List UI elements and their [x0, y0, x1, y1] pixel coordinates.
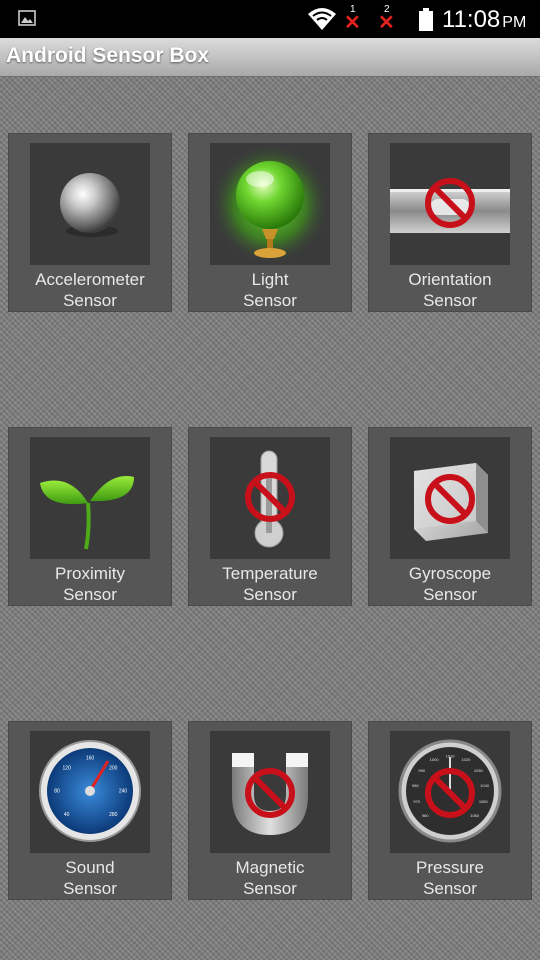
sound-icon-box: 40 80 120 160 200 240 280 — [30, 731, 150, 853]
dial-tick-label: 1000 — [430, 757, 440, 762]
dial-tick-label: 200 — [109, 765, 118, 771]
dial-tick-label: 1060 — [470, 813, 480, 818]
app-title-bar: Android Sensor Box — [0, 38, 540, 77]
dial-tick-label: 120 — [63, 765, 72, 771]
gyroscope-icon-box — [390, 437, 510, 559]
dial-tick-label: 980 — [412, 783, 419, 788]
image-notification-icon — [18, 10, 36, 26]
unavailable-icon — [248, 771, 292, 815]
tile-label-line2: Sensor — [243, 291, 297, 310]
clock-time: 11:08 — [442, 6, 501, 33]
proximity-icon-box — [30, 437, 150, 559]
tile-label-line2: Sensor — [423, 291, 477, 310]
status-clock: 11:08 PM — [442, 6, 526, 34]
tile-label-line1: Pressure — [415, 858, 485, 877]
dial-tick-label: 240 — [119, 789, 128, 795]
tile-label: Temperature Sensor — [189, 563, 351, 605]
tile-label-line1: Accelerometer — [35, 270, 145, 289]
status-bar: 1 ✕ 2 ✕ 11:08 PM — [0, 0, 540, 38]
dial-tick-label: 1040 — [480, 783, 490, 788]
orientation-icon-box — [390, 143, 510, 265]
accelerometer-sensor-tile[interactable]: Accelerometer Sensor — [8, 133, 172, 312]
tile-label-line2: Sensor — [243, 585, 297, 604]
dial-tick-label: 970 — [413, 799, 420, 804]
sim2-no-signal-icon: 2 ✕ — [378, 4, 395, 34]
tile-label: Pressure Sensor — [369, 857, 531, 899]
pressure-sensor-tile[interactable]: 960 970 980 990 1000 1010 1020 1030 1040 1050 1060… — [368, 721, 532, 900]
proximity-sensor-tile[interactable]: Proximity Sensor — [8, 427, 172, 606]
dial-tick-label: 160 — [86, 756, 95, 762]
tile-label-line2: Sensor — [63, 585, 117, 604]
tile-label: Proximity Sensor — [9, 563, 171, 605]
barometer-icon: 9609709809901000101010201030104010501060 — [398, 739, 502, 843]
thermometer-icon — [210, 450, 330, 548]
tile-label-line1: Proximity — [55, 564, 125, 583]
tile-label-line1: Light — [251, 270, 289, 289]
tile-label-line2: Sensor — [423, 879, 477, 898]
dial-tick-label: 960 — [422, 813, 429, 818]
sound-sensor-tile[interactable]: 40 80 120 160 200 240 280 Sound Sensor — [8, 721, 172, 900]
magnet-icon — [232, 753, 308, 835]
tile-label: Gyroscope Sensor — [369, 563, 531, 605]
sprout-icon — [40, 476, 134, 550]
tile-label-line2: Sensor — [423, 585, 477, 604]
tile-label: Light Sensor — [189, 269, 351, 311]
pressure-icon-box: 960 970 980 990 1000 1010 1020 1030 1040 1050 1060 — [390, 731, 510, 853]
sim1-no-signal-icon: 1 ✕ — [344, 4, 361, 34]
tile-label-line1: Gyroscope — [408, 564, 492, 583]
tile-label-line1: Orientation — [408, 270, 492, 289]
tile-label-line1: Magnetic — [235, 858, 305, 877]
tile-label-line2: Sensor — [243, 879, 297, 898]
wifi-icon — [308, 8, 336, 30]
gyroscope-sensor-tile[interactable]: Gyroscope Sensor — [368, 427, 532, 606]
app-title: Android Sensor Box — [6, 44, 210, 67]
orientation-sensor-tile[interactable]: Orientation Sensor — [368, 133, 532, 312]
tile-label: Magnetic Sensor — [189, 857, 351, 899]
tile-label-line1: Sound — [65, 858, 115, 877]
light-sensor-tile[interactable]: Light Sensor — [188, 133, 352, 312]
dial-tick-label: 1050 — [479, 799, 489, 804]
tile-label-line2: Sensor — [63, 879, 117, 898]
light-icon-box — [210, 143, 330, 265]
cube-icon — [414, 463, 488, 541]
tile-label: Sound Sensor — [9, 857, 171, 899]
tile-label: Orientation Sensor — [369, 269, 531, 311]
dial-tick-label: 280 — [109, 812, 118, 818]
green-orb-icon — [210, 143, 330, 265]
temperature-sensor-tile[interactable]: Temperature Sensor — [188, 427, 352, 606]
tile-label-line1: Temperature — [222, 564, 318, 583]
accelerometer-icon-box — [30, 143, 150, 265]
dial-tick-label: 80 — [54, 789, 60, 795]
dial-tick-label: 1030 — [474, 768, 484, 773]
dial-tick-label: 40 — [64, 812, 70, 818]
gauge-icon: 40 80 120 160 200 240 280 — [39, 740, 141, 842]
magnetic-icon-box — [210, 731, 330, 853]
tile-label: Accelerometer Sensor — [9, 269, 171, 311]
clock-ampm: PM — [502, 14, 527, 31]
temperature-icon-box — [210, 437, 330, 559]
dial-tick-label: 1020 — [461, 757, 471, 762]
magnetic-sensor-tile[interactable]: Magnetic Sensor — [188, 721, 352, 900]
spirit-level-icon — [390, 143, 510, 233]
battery-icon — [419, 8, 433, 31]
dial-tick-label: 990 — [418, 768, 425, 773]
tile-label-line2: Sensor — [63, 291, 117, 310]
metal-ball-icon — [60, 173, 120, 237]
